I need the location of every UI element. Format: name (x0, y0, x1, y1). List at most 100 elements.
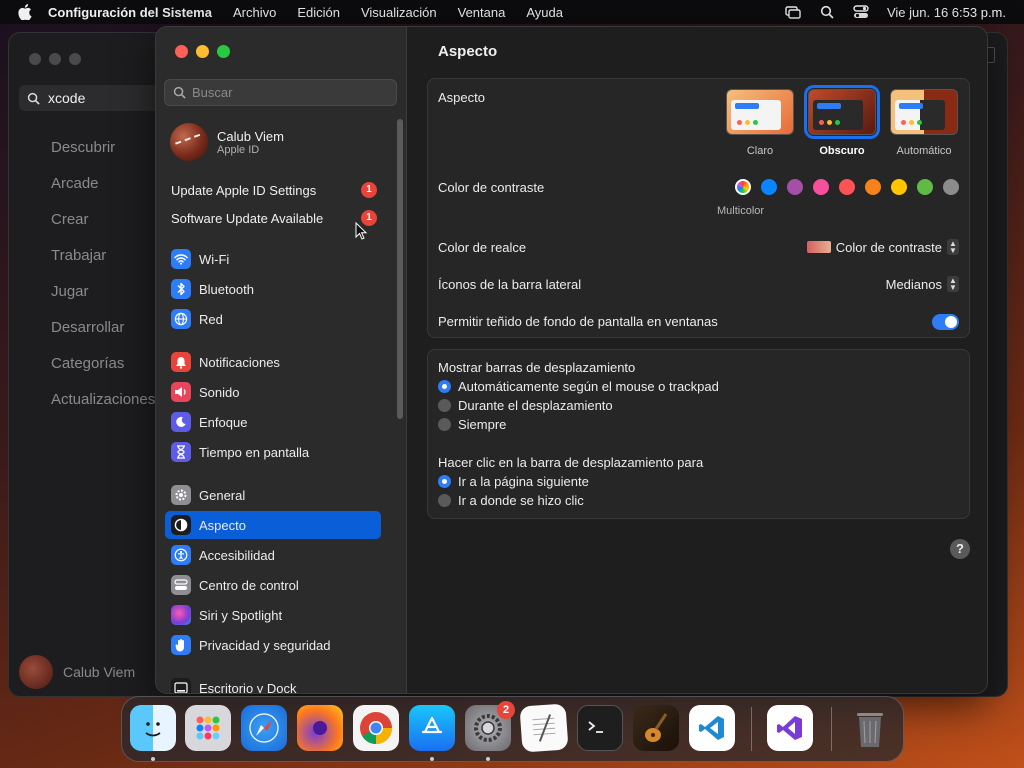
sidebar-item-aspecto[interactable]: Aspecto (165, 511, 381, 539)
wallpaper-tinting-toggle[interactable] (932, 314, 959, 330)
menu-app-name[interactable]: Configuración del Sistema (48, 5, 212, 20)
dock-launchpad-icon[interactable] (185, 705, 231, 751)
menu-ventana[interactable]: Ventana (458, 5, 506, 20)
dock-app-store-icon[interactable] (409, 705, 455, 751)
sidebar-icon-size-popup[interactable]: Medianos ▲ ▼ (886, 276, 959, 292)
bg-nav-desarrollar[interactable]: Desarrollar (51, 317, 155, 353)
dock-chrome-icon[interactable] (353, 705, 399, 751)
bg-nav-trabajar[interactable]: Trabajar (51, 245, 155, 281)
accent-swatch-pink[interactable] (813, 179, 829, 195)
bg-nav-categorias[interactable]: Categorías (51, 353, 155, 389)
sidebar-search-input[interactable] (192, 85, 382, 100)
menu-edicion[interactable]: Edición (297, 5, 340, 20)
dock-terminal-icon[interactable] (577, 705, 623, 751)
inactive-close-button[interactable] (29, 53, 41, 65)
menu-archivo[interactable]: Archivo (233, 5, 276, 20)
chevron-updown-icon: ▲ ▼ (947, 276, 959, 292)
accent-swatch-red[interactable] (839, 179, 855, 195)
dock-finder-icon[interactable] (130, 705, 176, 751)
light-theme-thumbnail (726, 89, 794, 135)
sidebar-item-accesibilidad[interactable]: Accesibilidad (165, 541, 381, 569)
radio-jump-clicked-spot[interactable]: Ir a donde se hizo clic (438, 493, 584, 508)
notice-label: Update Apple ID Settings (171, 182, 317, 198)
apple-menu-icon[interactable] (18, 4, 34, 20)
bg-nav-crear[interactable]: Crear (51, 209, 155, 245)
radio-jump-next-page[interactable]: Ir a la página siguiente (438, 474, 589, 489)
inactive-minimize-button[interactable] (49, 53, 61, 65)
sidebar-item-centro-de-control[interactable]: Centro de control (165, 571, 381, 599)
highlight-color-popup[interactable]: Color de contraste ▲ ▼ (806, 239, 959, 255)
dock-textedit-icon[interactable] (519, 703, 569, 753)
wifi-icon (171, 249, 191, 269)
background-search-field[interactable]: xcode (19, 85, 159, 111)
background-window-controls (29, 53, 81, 65)
close-button[interactable] (175, 45, 188, 58)
sidebar-item-notificaciones[interactable]: Notificaciones (165, 348, 381, 376)
screen-mirroring-icon[interactable] (785, 5, 801, 19)
sidebar-item-general[interactable]: General (165, 481, 381, 509)
accent-swatch-multicolor[interactable] (735, 179, 751, 195)
sidebar-icon-size-label: Íconos de la barra lateral (438, 277, 582, 292)
radio-label: Automáticamente según el mouse o trackpa… (458, 379, 719, 394)
accent-swatch-graphite[interactable] (943, 179, 959, 195)
zoom-button[interactable] (217, 45, 230, 58)
notice-update-apple-id[interactable]: Update Apple ID Settings 1 (171, 182, 377, 198)
appearance-option-dark[interactable]: Obscuro (804, 85, 880, 157)
background-user[interactable]: Calub Viem (19, 655, 135, 689)
sidebar-item-tiempo-en-pantalla[interactable]: Tiempo en pantalla (165, 438, 381, 466)
sidebar-item-sonido[interactable]: Sonido (165, 378, 381, 406)
moon-icon (171, 412, 191, 432)
menu-clock[interactable]: Vie jun. 16 6:53 p.m. (887, 5, 1006, 20)
dock-garageband-icon[interactable] (633, 705, 679, 751)
background-search-value: xcode (48, 90, 86, 106)
dock-visual-studio-icon[interactable] (767, 705, 813, 751)
accent-swatch-orange[interactable] (865, 179, 881, 195)
radio-scroll-while-scrolling[interactable]: Durante el desplazamiento (438, 398, 613, 413)
radio-button (438, 380, 451, 393)
notice-software-update[interactable]: Software Update Available 1 (171, 210, 377, 226)
bg-nav-jugar[interactable]: Jugar (51, 281, 155, 317)
appearance-option-auto[interactable]: Automático (889, 89, 959, 157)
radio-scroll-auto[interactable]: Automáticamente según el mouse o trackpa… (438, 379, 719, 394)
spotlight-search-icon[interactable] (819, 5, 835, 19)
help-button[interactable]: ? (950, 539, 970, 559)
highlight-color-label: Color de realce (438, 240, 527, 255)
control-center-icon[interactable] (853, 5, 869, 19)
inactive-zoom-button[interactable] (69, 53, 81, 65)
radio-button (438, 475, 451, 488)
dock-vscode-icon[interactable] (689, 705, 735, 751)
bg-nav-actualizaciones[interactable]: Actualizaciones (51, 389, 155, 425)
menu-ayuda[interactable]: Ayuda (526, 5, 563, 20)
sidebar-scrollbar[interactable] (397, 119, 403, 419)
appearance-option-light[interactable]: Claro (725, 89, 795, 157)
wallpaper-tinting-label: Permitir teñido de fondo de pantalla en … (438, 314, 718, 329)
accent-swatch-purple[interactable] (787, 179, 803, 195)
dock-trash-icon[interactable] (847, 705, 893, 751)
hourglass-icon (171, 442, 191, 462)
bg-nav-descubrir[interactable]: Descubrir (51, 137, 155, 173)
dock-safari-icon[interactable] (241, 705, 287, 751)
minimize-button[interactable] (196, 45, 209, 58)
sidebar-item-enfoque[interactable]: Enfoque (165, 408, 381, 436)
accent-swatch-blue[interactable] (761, 179, 777, 195)
avatar (19, 655, 53, 689)
sidebar-item-wifi[interactable]: Wi-Fi (165, 245, 381, 273)
system-settings-window: Calub Viem Apple ID Update Apple ID Sett… (155, 26, 988, 694)
sidebar-item-bluetooth[interactable]: Bluetooth (165, 275, 381, 303)
sidebar-item-label: Wi-Fi (199, 251, 230, 267)
sidebar-search-field[interactable] (164, 79, 397, 106)
dock-firefox-icon[interactable] (297, 705, 343, 751)
apple-id-account[interactable]: Calub Viem Apple ID (170, 123, 284, 161)
accent-swatch-green[interactable] (917, 179, 933, 195)
dock-separator (831, 707, 832, 751)
appearance-label: Aspecto (438, 90, 485, 105)
search-icon (27, 92, 40, 105)
radio-scroll-always[interactable]: Siempre (438, 417, 506, 432)
sidebar-item-escritorio-dock[interactable]: Escritorio y Dock (165, 674, 381, 693)
sidebar-item-privacidad[interactable]: Privacidad y seguridad (165, 631, 381, 659)
bg-nav-arcade[interactable]: Arcade (51, 173, 155, 209)
accent-swatch-yellow[interactable] (891, 179, 907, 195)
sidebar-item-siri-spotlight[interactable]: Siri y Spotlight (165, 601, 381, 629)
menu-visualizacion[interactable]: Visualización (361, 5, 437, 20)
sidebar-item-red[interactable]: Red (165, 305, 381, 333)
